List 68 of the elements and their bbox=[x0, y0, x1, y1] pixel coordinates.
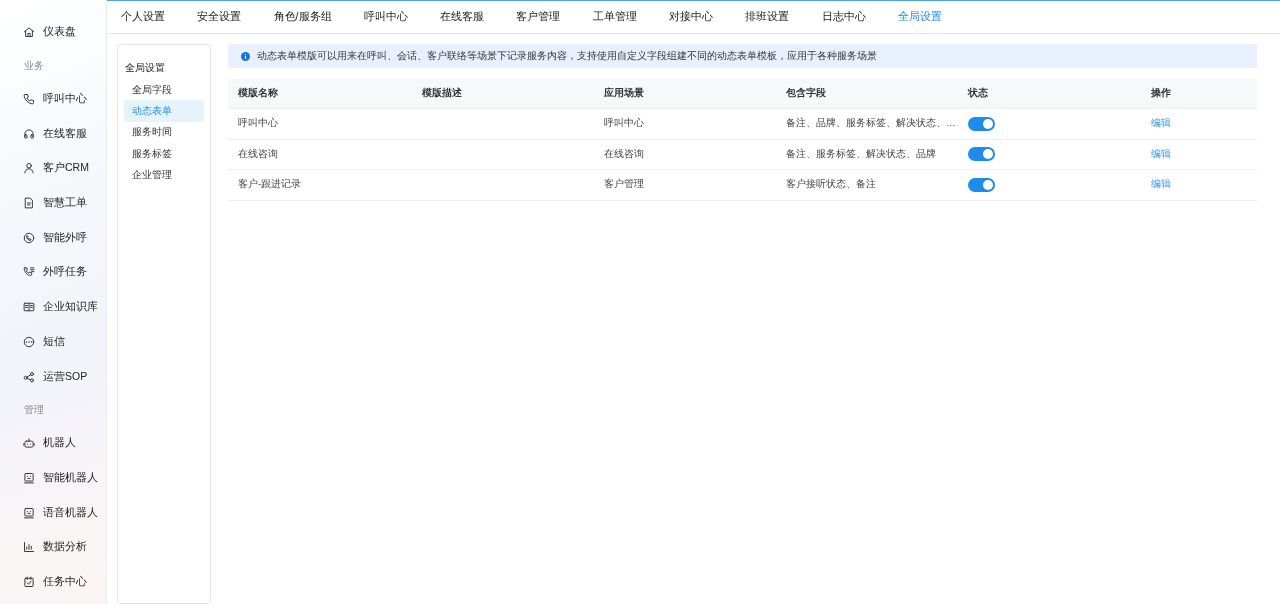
status-toggle[interactable] bbox=[968, 116, 995, 131]
info-icon bbox=[241, 51, 250, 61]
home-icon bbox=[23, 26, 35, 39]
sidebar-item[interactable]: 智慧工单 bbox=[0, 185, 106, 221]
sidebar-item[interactable]: 语音机器人 bbox=[0, 495, 106, 530]
table-cell: 呼叫中心 bbox=[604, 117, 644, 131]
column-header: 状态 bbox=[968, 87, 988, 100]
status-toggle[interactable] bbox=[968, 147, 995, 162]
sidebar-item[interactable]: 任务中心 bbox=[0, 564, 106, 600]
column-header: 操作 bbox=[1151, 87, 1171, 100]
sidebar-item[interactable]: 数据分析 bbox=[0, 529, 106, 565]
robot-screen-icon bbox=[23, 471, 35, 484]
info-text: 动态表单模版可以用来在呼叫、会话、客户联络等场景下记录服务内容，支持使用自定义字段组建不同的动态表单模板，应用于各种服务场景 bbox=[257, 49, 877, 63]
table-cell: 客户接听状态、备注 bbox=[786, 178, 876, 192]
table-cell: 在线咨询 bbox=[604, 147, 644, 161]
tab[interactable]: 对接中心 bbox=[657, 1, 725, 33]
sidebar-item[interactable]: 外呼任务 bbox=[0, 255, 106, 290]
document-icon bbox=[23, 197, 35, 210]
headset-icon bbox=[23, 127, 35, 140]
tab[interactable]: 角色/服务组 bbox=[261, 1, 344, 33]
table-cell: 客户管理 bbox=[604, 178, 644, 192]
submenu-item[interactable]: 企业管理 bbox=[124, 164, 204, 186]
open-book-icon bbox=[23, 301, 35, 314]
share-nodes-icon bbox=[23, 370, 35, 383]
phone-icon bbox=[23, 93, 35, 106]
sidebar-item[interactable]: 企业知识库 bbox=[0, 289, 106, 325]
table-cell: 客户-跟进记录 bbox=[238, 178, 302, 192]
status-toggle[interactable] bbox=[968, 177, 995, 192]
column-header: 应用场景 bbox=[604, 87, 644, 100]
person-icon bbox=[23, 162, 35, 175]
submenu-item[interactable]: 服务时间 bbox=[124, 121, 204, 144]
robot-screen-icon bbox=[23, 506, 35, 519]
submenu-title: 全局设置 bbox=[124, 61, 166, 75]
section-label: 业务 bbox=[23, 58, 45, 73]
task-check-icon bbox=[23, 575, 35, 588]
message-icon bbox=[23, 335, 35, 348]
tab[interactable]: 排班设置 bbox=[733, 1, 802, 33]
tab[interactable]: 客户管理 bbox=[504, 1, 573, 33]
table-cell: 备注、品牌、服务标签、解决状态、… bbox=[786, 117, 956, 131]
tab[interactable]: 全局设置 bbox=[885, 1, 954, 33]
tab[interactable]: 在线客服 bbox=[428, 1, 497, 33]
sidebar-item[interactable]: 呼叫中心 bbox=[0, 81, 106, 117]
phone-list-icon bbox=[23, 266, 35, 279]
robot-icon bbox=[23, 437, 35, 450]
sidebar-item[interactable]: 仪表盘 bbox=[0, 15, 106, 50]
sidebar-item[interactable]: 运营SOP bbox=[0, 359, 106, 394]
sidebar-item[interactable]: 在线客服 bbox=[0, 116, 106, 152]
tab[interactable]: 个人设置 bbox=[109, 1, 177, 33]
column-header: 模版描述 bbox=[422, 87, 462, 100]
bar-chart-icon bbox=[23, 541, 35, 554]
chat-phone-icon bbox=[23, 231, 35, 244]
table-cell: 备注、服务标签、解决状态、品牌 bbox=[786, 147, 936, 161]
tab[interactable]: 日志中心 bbox=[809, 1, 878, 33]
table-cell: 在线咨询 bbox=[238, 147, 278, 161]
sidebar-item[interactable]: 智能外呼 bbox=[0, 220, 106, 256]
section-label: 管理 bbox=[23, 402, 45, 417]
sidebar-item[interactable]: 机器人 bbox=[0, 425, 106, 461]
submenu-item[interactable]: 服务标签 bbox=[124, 143, 204, 165]
tab[interactable]: 安全设置 bbox=[185, 1, 254, 33]
sidebar-item[interactable]: 短信 bbox=[0, 324, 106, 360]
tab[interactable]: 工单管理 bbox=[580, 1, 649, 33]
submenu-item[interactable]: 全局字段 bbox=[124, 79, 204, 101]
tab[interactable]: 呼叫中心 bbox=[351, 1, 420, 33]
sidebar-item[interactable]: 智能机器人 bbox=[0, 460, 106, 496]
column-header: 包含字段 bbox=[786, 87, 826, 100]
table-cell: 呼叫中心 bbox=[238, 117, 278, 131]
column-header: 模版名称 bbox=[238, 87, 278, 100]
sidebar-item[interactable]: 客户CRM bbox=[0, 151, 106, 186]
